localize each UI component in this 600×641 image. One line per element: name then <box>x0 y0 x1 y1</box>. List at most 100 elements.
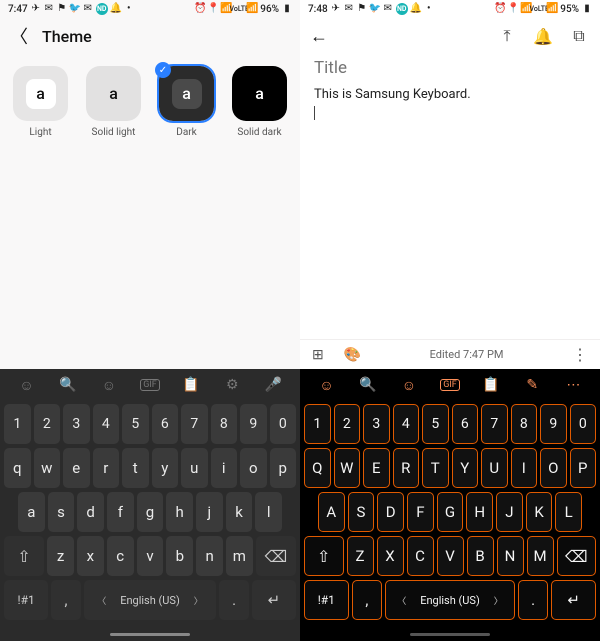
emoji-icon[interactable]: ☺ <box>317 375 337 395</box>
key-l[interactable]: l <box>255 492 282 532</box>
key-k[interactable]: k <box>226 492 253 532</box>
key-8[interactable]: 8 <box>211 404 238 444</box>
note-editor[interactable]: This is Samsung Keyboard. <box>300 54 600 339</box>
pin-button[interactable]: ⤒ <box>496 26 518 46</box>
key-m[interactable]: M <box>527 536 554 576</box>
key-0[interactable]: 0 <box>570 404 597 444</box>
gesture-bar[interactable] <box>0 627 300 641</box>
key-z[interactable]: Z <box>347 536 374 576</box>
key-2[interactable]: 2 <box>34 404 61 444</box>
key-a[interactable]: A <box>318 492 345 532</box>
key-7[interactable]: 7 <box>181 404 208 444</box>
key-r[interactable]: R <box>393 448 420 488</box>
enter-key[interactable]: ↵ <box>252 580 296 620</box>
clipboard-icon[interactable]: 📋 <box>181 375 201 395</box>
period-key[interactable]: . <box>518 580 548 620</box>
key-h[interactable]: H <box>466 492 493 532</box>
spacebar-key[interactable]: 〈 English (US) 〉 <box>385 580 515 620</box>
backspace-key[interactable]: ⌫ <box>256 536 296 576</box>
key-7[interactable]: 7 <box>481 404 508 444</box>
key-6[interactable]: 6 <box>152 404 179 444</box>
key-6[interactable]: 6 <box>452 404 479 444</box>
key-s[interactable]: s <box>48 492 75 532</box>
key-y[interactable]: Y <box>452 448 479 488</box>
key-j[interactable]: J <box>496 492 523 532</box>
key-q[interactable]: Q <box>304 448 331 488</box>
back-button[interactable]: ← <box>310 26 328 47</box>
mic-icon[interactable]: 🎤 <box>263 375 283 395</box>
key-y[interactable]: y <box>152 448 179 488</box>
key-j[interactable]: j <box>196 492 223 532</box>
key-1[interactable]: 1 <box>4 404 31 444</box>
key-n[interactable]: N <box>497 536 524 576</box>
key-9[interactable]: 9 <box>540 404 567 444</box>
more-button[interactable]: ⋮ <box>572 345 588 364</box>
search-icon[interactable]: 🔍 <box>58 375 78 395</box>
key-d[interactable]: D <box>377 492 404 532</box>
spacebar-key[interactable]: 〈 English (US) 〉 <box>84 580 217 620</box>
reminder-button[interactable]: 🔔 <box>532 27 554 46</box>
symbols-key[interactable]: !#1 <box>4 580 48 620</box>
theme-option-light[interactable]: a Light <box>7 66 75 138</box>
shift-key[interactable]: ⇧ <box>304 536 344 576</box>
key-m[interactable]: m <box>226 536 253 576</box>
key-d[interactable]: d <box>77 492 104 532</box>
key-i[interactable]: i <box>211 448 238 488</box>
key-4[interactable]: 4 <box>393 404 420 444</box>
key-t[interactable]: t <box>122 448 149 488</box>
key-4[interactable]: 4 <box>93 404 120 444</box>
key-v[interactable]: v <box>137 536 164 576</box>
period-key[interactable]: . <box>219 580 248 620</box>
key-f[interactable]: F <box>407 492 434 532</box>
sticker-icon[interactable]: ☺ <box>399 375 419 395</box>
key-8[interactable]: 8 <box>511 404 538 444</box>
key-k[interactable]: K <box>526 492 553 532</box>
key-a[interactable]: a <box>18 492 45 532</box>
note-title-input[interactable] <box>314 58 586 78</box>
archive-button[interactable]: ⧉ <box>568 26 590 46</box>
handwrite-icon[interactable]: ✎ <box>522 375 542 395</box>
key-0[interactable]: 0 <box>270 404 297 444</box>
key-b[interactable]: b <box>166 536 193 576</box>
key-n[interactable]: n <box>196 536 223 576</box>
key-w[interactable]: w <box>34 448 61 488</box>
comma-key[interactable]: , <box>51 580 80 620</box>
key-r[interactable]: r <box>93 448 120 488</box>
note-body[interactable]: This is Samsung Keyboard. <box>314 86 586 122</box>
key-2[interactable]: 2 <box>334 404 361 444</box>
key-w[interactable]: W <box>334 448 361 488</box>
key-e[interactable]: e <box>63 448 90 488</box>
key-e[interactable]: E <box>363 448 390 488</box>
key-l[interactable]: L <box>555 492 582 532</box>
key-o[interactable]: O <box>540 448 567 488</box>
theme-option-dark[interactable]: ✓ a Dark <box>153 66 221 138</box>
key-g[interactable]: g <box>137 492 164 532</box>
key-i[interactable]: I <box>511 448 538 488</box>
back-button[interactable]: 〈 <box>10 23 28 49</box>
clipboard-icon[interactable]: 📋 <box>481 375 501 395</box>
gif-icon[interactable]: GIF <box>140 375 160 395</box>
key-5[interactable]: 5 <box>122 404 149 444</box>
key-u[interactable]: U <box>481 448 508 488</box>
gif-icon[interactable]: GIF <box>440 375 460 395</box>
key-g[interactable]: G <box>437 492 464 532</box>
sticker-icon[interactable]: ☺ <box>99 375 119 395</box>
key-p[interactable]: P <box>570 448 597 488</box>
gesture-bar[interactable] <box>300 627 600 641</box>
search-icon[interactable]: 🔍 <box>358 375 378 395</box>
key-c[interactable]: c <box>107 536 134 576</box>
key-x[interactable]: x <box>77 536 104 576</box>
shift-key[interactable]: ⇧ <box>4 536 44 576</box>
palette-button[interactable]: 🎨 <box>344 347 361 363</box>
backspace-key[interactable]: ⌫ <box>557 536 597 576</box>
key-t[interactable]: T <box>422 448 449 488</box>
key-5[interactable]: 5 <box>422 404 449 444</box>
symbols-key[interactable]: !#1 <box>304 580 349 620</box>
key-f[interactable]: f <box>107 492 134 532</box>
key-x[interactable]: X <box>377 536 404 576</box>
theme-option-solid-light[interactable]: a Solid light <box>80 66 148 138</box>
theme-option-solid-dark[interactable]: a Solid dark <box>226 66 294 138</box>
key-3[interactable]: 3 <box>63 404 90 444</box>
key-o[interactable]: o <box>240 448 267 488</box>
key-h[interactable]: h <box>166 492 193 532</box>
